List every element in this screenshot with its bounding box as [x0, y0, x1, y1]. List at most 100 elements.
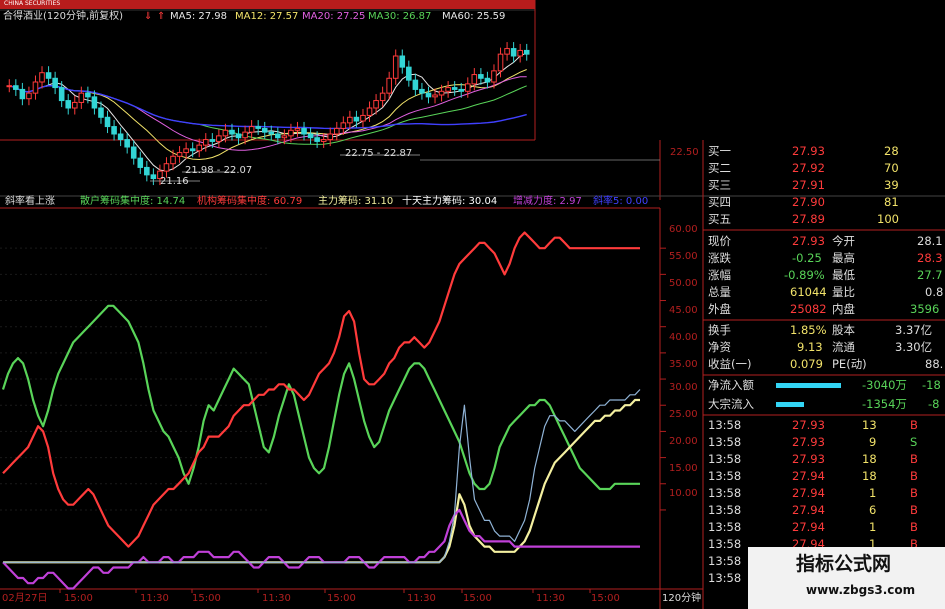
candle-body: [478, 74, 484, 79]
quote-value: 28.1: [917, 234, 943, 248]
arrow-down-icon[interactable]: ⇓: [144, 12, 152, 22]
trade-side: B: [910, 418, 918, 432]
trade-time: 13:58: [708, 418, 742, 432]
time-label: 15:00: [591, 593, 620, 604]
quote-label: 今开: [832, 234, 855, 248]
candle-body: [399, 55, 406, 68]
bid-price: 27.92: [792, 161, 825, 175]
quote-value: 0.8: [925, 285, 944, 299]
net-inflow-bar: [776, 383, 841, 388]
trade-vol: 1: [869, 520, 877, 534]
y-tick-label: 20.00: [669, 436, 698, 447]
trade-time: 13:58: [708, 469, 742, 483]
candle-body: [111, 126, 117, 135]
indicator-s2: 机构筹码集中度: 60.79: [197, 196, 303, 207]
candle-body: [144, 166, 150, 176]
indicator-name[interactable]: 斜率看上涨: [5, 197, 55, 207]
bid-volume: 39: [884, 178, 899, 192]
quote-label: 总量: [708, 285, 731, 299]
ma60-label: MA60: 25.59: [442, 11, 506, 22]
bid-price: 27.93: [792, 144, 825, 158]
candle-body: [491, 70, 497, 83]
quote-value: 3596: [910, 302, 940, 316]
flow-pct: -8: [928, 397, 940, 411]
stock-title[interactable]: 合得酒业(120分钟,前复权): [3, 12, 123, 22]
quote-label: 最低: [832, 268, 855, 282]
candle-body: [261, 127, 268, 133]
period-label[interactable]: 120分钟: [662, 594, 701, 604]
bid-price: 27.90: [792, 195, 825, 209]
candle-body: [301, 127, 307, 135]
candle-body: [275, 133, 281, 139]
trade-price: 27.94: [792, 469, 825, 483]
candle-body: [6, 85, 13, 88]
quote-value: 28.3: [917, 251, 943, 265]
bid-volume: 100: [877, 212, 899, 226]
candle-body: [202, 139, 209, 146]
trade-time: 13:58: [708, 486, 742, 500]
range-annotation-1: 21.98 - 22.07: [185, 165, 253, 176]
trade-price: 27.93: [792, 418, 825, 432]
candle-body: [216, 135, 222, 142]
trade-vol: 13: [862, 418, 877, 432]
trade-price: 27.94: [792, 486, 825, 500]
low-price-annotation: 21.16: [160, 176, 189, 187]
quote-value: 27.7: [917, 268, 943, 282]
trade-vol: 9: [869, 435, 877, 449]
trade-time: 13:58: [708, 435, 742, 449]
candle-body: [445, 87, 451, 92]
trade-vol: 1: [869, 486, 877, 500]
stat-value: 1.85%: [790, 323, 827, 337]
candle-body: [523, 49, 530, 55]
flow-value: -3040万: [862, 378, 907, 392]
candle-body: [117, 133, 124, 141]
candle-body: [268, 131, 275, 135]
time-label: 11:30: [536, 593, 565, 604]
candle-body: [392, 55, 399, 79]
candle-body: [222, 129, 229, 137]
trade-time: 13:58: [708, 571, 742, 585]
stat-label: PE(动): [832, 357, 867, 371]
bid-label: 买五: [708, 212, 731, 226]
trade-side: S: [910, 435, 918, 449]
candle-body: [510, 48, 517, 57]
candle-body: [288, 129, 294, 137]
candle-body: [451, 87, 458, 90]
bid-price: 27.89: [792, 212, 825, 226]
candle-body: [150, 174, 157, 180]
y-tick-label: 30.00: [669, 382, 698, 393]
candle-body: [320, 139, 327, 142]
candle-body: [183, 148, 189, 154]
candle-body: [65, 100, 72, 109]
ma20-label: MA20: 27.25: [302, 11, 366, 22]
time-label: 11:30: [262, 593, 291, 604]
candle-body: [419, 88, 425, 94]
stat-label: 收益(一): [708, 357, 752, 371]
ma30-label: MA30: 26.87: [368, 11, 432, 22]
candle-body: [170, 155, 176, 165]
candle-body: [425, 92, 432, 98]
candle-body: [124, 139, 130, 148]
quote-label: 涨跌: [708, 251, 731, 265]
candle-body: [497, 53, 504, 72]
trade-time: 13:58: [708, 537, 742, 551]
candle-body: [373, 100, 379, 109]
candle-body: [32, 81, 39, 94]
trade-price: 27.94: [792, 520, 825, 534]
time-label: 15:00: [327, 593, 356, 604]
stat-label: 股本: [832, 323, 855, 337]
stat-value: 3.37亿: [895, 323, 933, 337]
flow-pct: -18: [922, 378, 941, 392]
candle-body: [98, 107, 104, 118]
candle-body: [353, 116, 360, 122]
watermark-box: 指标公式网 www.zbgs3.com: [748, 547, 945, 609]
candle-body: [176, 152, 183, 157]
candle-body: [91, 96, 98, 109]
time-label: 15:00: [192, 593, 221, 604]
arrow-up-icon[interactable]: ⇑: [157, 12, 165, 22]
candle-body: [464, 83, 471, 92]
y-tick-label: 55.00: [669, 251, 698, 262]
candle-body: [196, 144, 203, 152]
indicator-s4: 十天主力筹码: 30.04: [402, 196, 498, 207]
candle-body: [333, 127, 340, 135]
